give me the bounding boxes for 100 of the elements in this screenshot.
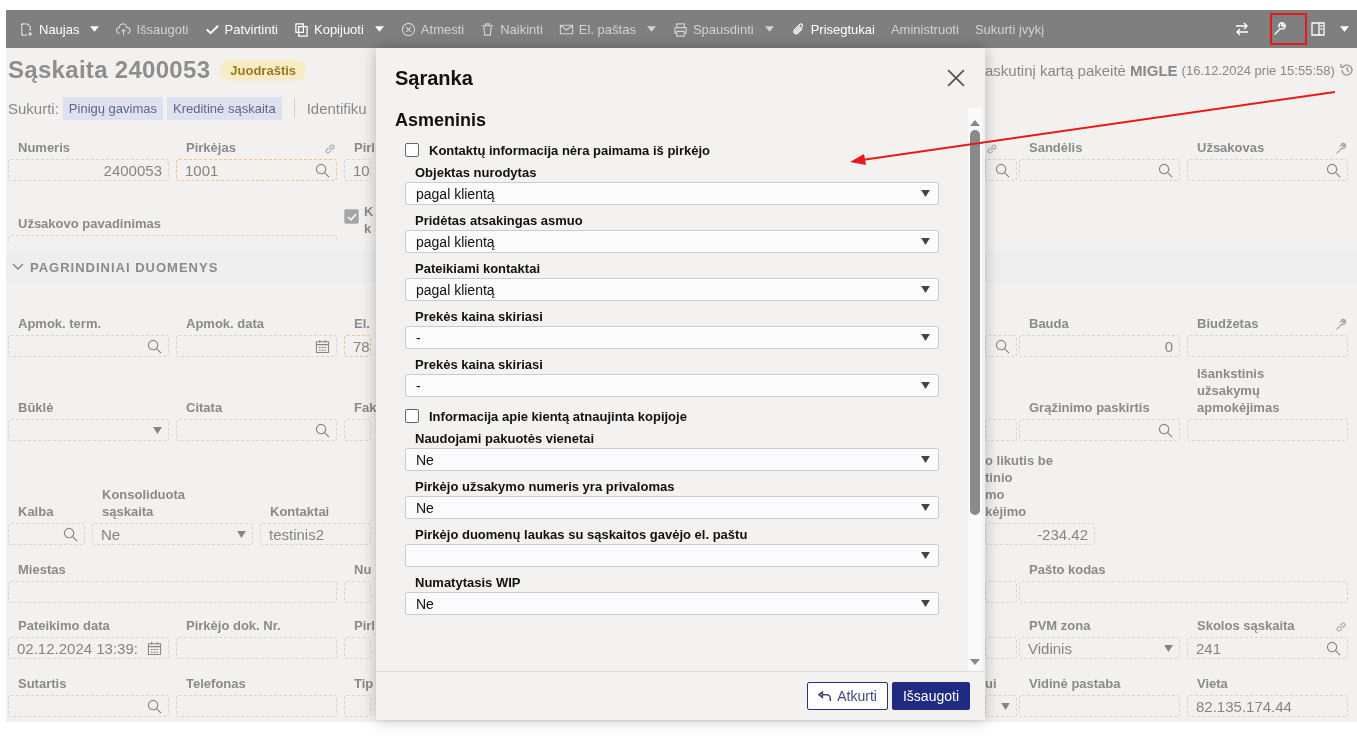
paperclip-icon bbox=[790, 21, 806, 37]
link-icon[interactable] bbox=[1334, 620, 1348, 634]
wrench-icon[interactable] bbox=[1334, 142, 1348, 156]
search-field[interactable] bbox=[1187, 159, 1348, 181]
search-field[interactable] bbox=[176, 419, 337, 441]
search-field[interactable] bbox=[8, 695, 169, 717]
text-field[interactable] bbox=[1019, 581, 1348, 603]
save-button[interactable]: Išsaugoti bbox=[891, 682, 970, 710]
history-icon[interactable] bbox=[1338, 62, 1355, 78]
toolbar-button[interactable]: Patvirtinti bbox=[197, 17, 285, 41]
select-field[interactable]: pagal klientą bbox=[405, 182, 939, 205]
section-header[interactable]: PAGRINDINIAI DUOMENYS bbox=[6, 251, 376, 283]
toolbar-button[interactable]: Kopijuoti bbox=[287, 17, 371, 41]
link-icon[interactable] bbox=[985, 142, 999, 156]
text-field[interactable] bbox=[1019, 695, 1180, 717]
date-field[interactable] bbox=[176, 335, 337, 357]
field-label: Sutartis bbox=[18, 675, 67, 692]
cloud-upload-icon bbox=[116, 21, 132, 37]
text-field[interactable] bbox=[1187, 335, 1348, 357]
dialog-title: Sąranka bbox=[395, 66, 473, 90]
panel-layout-icon[interactable] bbox=[1310, 21, 1326, 37]
dropdown-arrow-icon bbox=[921, 600, 930, 607]
scrollbar[interactable] bbox=[968, 108, 982, 671]
text-field[interactable] bbox=[176, 695, 337, 717]
wrench-icon[interactable] bbox=[1272, 21, 1288, 37]
field-label: Biudžetas bbox=[1197, 315, 1259, 332]
search-field[interactable] bbox=[8, 523, 85, 545]
create-button[interactable]: Kreditinė sąskaita bbox=[167, 96, 282, 120]
select-field[interactable] bbox=[405, 544, 939, 567]
create-button[interactable]: Pinigų gavimas bbox=[62, 96, 163, 120]
checkbox-label: Kontaktų informacija nėra paimama iš pirkėjo bbox=[429, 142, 711, 158]
scroll-up-arrow-icon[interactable] bbox=[970, 120, 980, 126]
field-label: Pirkėjo dok. Nr. bbox=[186, 617, 281, 634]
search-field[interactable]: 1001 bbox=[176, 159, 337, 181]
checkbox[interactable] bbox=[405, 143, 419, 157]
text-field[interactable] bbox=[8, 581, 337, 603]
field-label: Pateikiami kontaktai bbox=[414, 260, 541, 278]
select-field[interactable]: Ne bbox=[405, 448, 939, 471]
select-field[interactable]: - bbox=[405, 326, 939, 349]
field-label: Pašto kodas bbox=[1029, 561, 1106, 578]
search-field[interactable] bbox=[8, 335, 169, 357]
caret-icon[interactable] bbox=[1340, 26, 1349, 32]
select-field[interactable]: Ne bbox=[405, 592, 939, 615]
dropdown-arrow-icon bbox=[921, 552, 930, 559]
swap-arrows-icon[interactable] bbox=[1234, 21, 1250, 37]
field-label: Numatytasis WIP bbox=[414, 574, 522, 592]
field-label: Numeris bbox=[18, 139, 71, 156]
search-field[interactable] bbox=[1019, 419, 1180, 441]
caret-icon[interactable] bbox=[374, 26, 384, 32]
field-label: Telefonas bbox=[186, 675, 246, 692]
select-field[interactable]: Vidinis bbox=[1019, 637, 1180, 659]
number-field[interactable]: 2400053 bbox=[8, 159, 169, 181]
checkbox-label: Informacija apie kientą atnaujinta kopijoje bbox=[429, 408, 687, 424]
close-button[interactable] bbox=[945, 67, 967, 89]
toolbar-button[interactable]: Naujas bbox=[12, 17, 87, 41]
text-field[interactable]: 78 bbox=[344, 335, 371, 357]
search-field[interactable] bbox=[1019, 159, 1180, 181]
number-field[interactable]: 0 bbox=[1019, 335, 1180, 357]
field-label: Pateikimo data bbox=[18, 617, 110, 634]
text-field[interactable]: testinis2 bbox=[260, 523, 371, 545]
field-label: Užsakovas bbox=[1197, 139, 1265, 156]
wrench-icon[interactable] bbox=[1334, 318, 1348, 332]
checkbox[interactable] bbox=[405, 409, 419, 423]
text-field[interactable] bbox=[344, 695, 371, 717]
last-change-text: askutinį kartą pakeitė MIGLE bbox=[985, 61, 1178, 79]
field-label: Prekės kaina skiriasi bbox=[414, 308, 544, 326]
select-field[interactable]: pagal klientą bbox=[405, 278, 939, 301]
link-icon[interactable] bbox=[323, 142, 337, 156]
select-field[interactable]: - bbox=[405, 374, 939, 397]
select-field[interactable]: Ne bbox=[405, 496, 939, 519]
search-icon bbox=[315, 162, 330, 178]
text-field[interactable]: 82.135.174.44 bbox=[1187, 695, 1348, 717]
scroll-down-arrow-icon[interactable] bbox=[970, 659, 980, 665]
caret-icon[interactable] bbox=[90, 26, 100, 32]
search-icon bbox=[1158, 422, 1173, 438]
dropdown-arrow-icon bbox=[921, 334, 930, 341]
printer-icon bbox=[672, 21, 688, 37]
text-field[interactable] bbox=[176, 637, 337, 659]
field-label: Nu bbox=[354, 561, 372, 578]
field-label: Pirkėjas bbox=[186, 139, 236, 156]
text-field[interactable]: 10 bbox=[344, 159, 371, 181]
date-field[interactable]: 02.12.2024 13:39: bbox=[8, 637, 169, 659]
select-field[interactable]: pagal klientą bbox=[405, 230, 939, 253]
search-icon bbox=[1326, 640, 1341, 656]
checkbox[interactable] bbox=[344, 209, 359, 224]
field-label: Miestas bbox=[18, 561, 66, 578]
select-field[interactable]: Ne bbox=[92, 523, 253, 545]
dropdown-arrow-icon bbox=[921, 286, 930, 293]
text-field[interactable] bbox=[344, 637, 371, 659]
reset-button[interactable]: Atkurti bbox=[807, 682, 888, 710]
select-field[interactable] bbox=[8, 419, 169, 441]
toolbar-button[interactable]: Prisegtukai bbox=[783, 17, 882, 41]
text-field[interactable] bbox=[344, 419, 371, 441]
dropdown-arrow-icon bbox=[921, 456, 930, 463]
field-label: Citata bbox=[186, 399, 223, 416]
text-field[interactable] bbox=[1187, 419, 1348, 441]
search-field[interactable]: 241 bbox=[1187, 637, 1348, 659]
text-field[interactable] bbox=[344, 581, 371, 603]
create-label: Sukurti: bbox=[8, 99, 59, 117]
field-label: Fak bbox=[354, 399, 376, 416]
